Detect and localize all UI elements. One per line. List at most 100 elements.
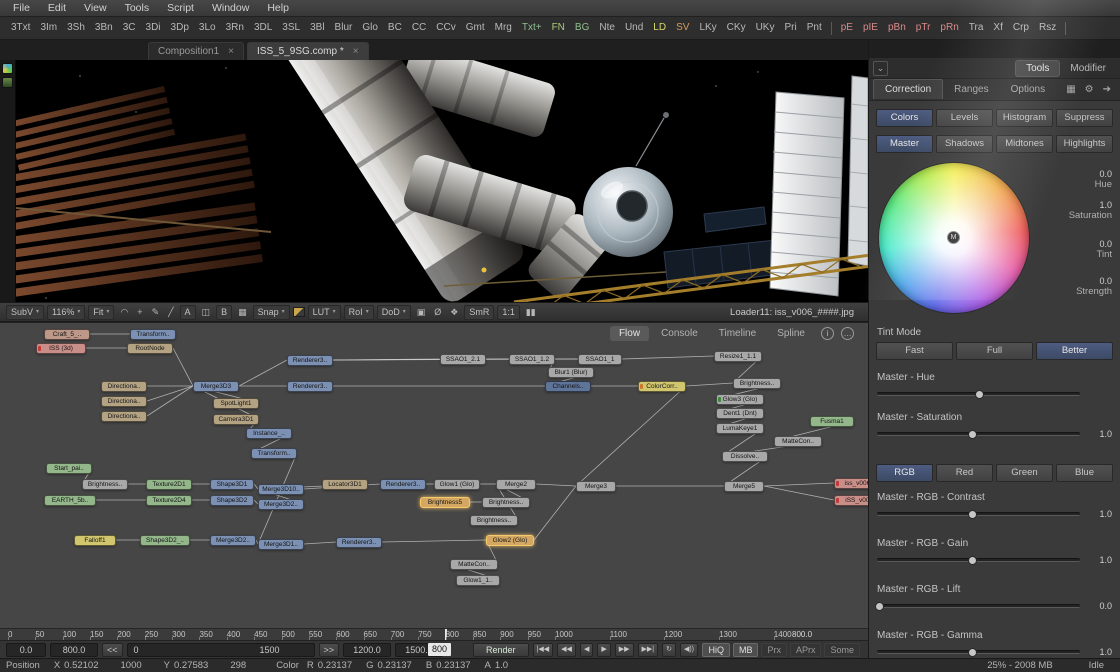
tool-uky[interactable]: UKy [751,17,780,39]
tool-ccv[interactable]: CCv [431,17,460,39]
tool-gmt[interactable]: Gmt [461,17,490,39]
transport-play-forward-button[interactable]: ▶ [597,643,610,657]
viewer-dod-dropdown[interactable]: DoD▾ [377,305,411,320]
tool-sv[interactable]: SV [671,17,694,39]
flow-node-fusma1[interactable]: Fusma1 [810,416,854,427]
flow-node-iss-3d[interactable]: ISS (3d) [36,343,86,354]
tool-3dl[interactable]: 3DL [249,17,277,39]
tool-pnt[interactable]: Pnt [802,17,827,39]
flow-node-merge3d2[interactable]: Merge3D2.. [258,499,304,510]
tool-pe[interactable]: pE [836,17,858,39]
flow-tab-spline[interactable]: Spline [768,326,814,341]
render-start-box[interactable]: 800.0 [50,643,98,657]
tool-xf[interactable]: Xf [988,17,1007,39]
slider-handle[interactable] [968,556,977,565]
viewer-116-dropdown[interactable]: 116%▾ [47,305,85,320]
quality-hiq-button[interactable]: HiQ [702,643,730,657]
null-roi-icon[interactable]: Ø [431,306,444,319]
flow-node-ssao1-2-1[interactable]: SSAO1_2.1 [440,354,486,365]
tool-pie[interactable]: pIE [858,17,883,39]
flow-node-merge3d1[interactable]: Merge3D1.. [258,539,304,550]
tool-3lo[interactable]: 3Lo [194,17,221,39]
flow-node-mattecon[interactable]: MatteCon.. [774,436,822,447]
tool-lky[interactable]: LKy [694,17,721,39]
grid-icon[interactable]: ▦ [235,306,250,319]
flow-node-locator3d1[interactable]: Locator3D1 [322,479,368,490]
color-swatch[interactable] [293,307,305,317]
subtab-correction[interactable]: Correction [873,79,943,99]
slider-track[interactable] [877,432,1080,436]
tool-rsz[interactable]: Rsz [1034,17,1061,39]
time-ruler[interactable]: 800.0 0501001502002503003504004505005506… [0,628,868,640]
flow-node-dent1-dnt[interactable]: Dent1 (Dnt) [716,408,764,419]
checker-icon[interactable]: ▦ [1066,84,1075,95]
flow-node-merge3d2[interactable]: Merge3D2.. [210,535,256,546]
slider-handle[interactable] [968,510,977,519]
flow-node-texture2d1[interactable]: Texture2D1 [146,479,192,490]
tool-bg[interactable]: BG [570,17,594,39]
viewer-roi-dropdown[interactable]: RoI▾ [344,305,374,320]
flow-node-glow3-glo[interactable]: Glow3 (Glo) [716,394,764,405]
subtab-options[interactable]: Options [1000,80,1056,99]
flow-node-blur1-blur[interactable]: Blur1 (Blur) [548,367,594,378]
render-end-box[interactable]: 1200.0 [343,643,391,657]
flow-node-dissolve[interactable]: Dissolve.. [722,451,768,462]
flow-tab-console[interactable]: Console [652,326,707,341]
range-inc-button[interactable]: >> [319,643,340,657]
button-histogram[interactable]: Histogram [996,109,1053,127]
flow-node-glow1-1[interactable]: Glow1_1.. [456,575,500,586]
menu-edit[interactable]: Edit [39,0,75,16]
button-green[interactable]: Green [996,464,1053,482]
flow-node-brightness[interactable]: Brightness.. [82,479,128,490]
tool-3txt[interactable]: 3Txt [6,17,35,39]
menu-view[interactable]: View [75,0,116,16]
tool-nte[interactable]: Nte [594,17,620,39]
flow-node-brightness[interactable]: Brightness.. [482,497,530,508]
flow-node-renderer3[interactable]: Renderer3.. [287,381,333,392]
flow-node-merge3d10[interactable]: Merge3D10.. [258,484,304,495]
slider-handle[interactable] [968,430,977,439]
line-icon[interactable]: ╱ [165,306,176,319]
tool-cc[interactable]: CC [407,17,431,39]
split-ab-icon[interactable]: ◫ [199,306,214,319]
flow-node-iss-v006[interactable]: iSS_v006.. [834,495,868,506]
flow-node-instance[interactable]: Instance_.. [246,428,292,439]
slider-track[interactable] [877,650,1080,654]
tool-3sh[interactable]: 3Sh [62,17,90,39]
slider-handle[interactable] [968,648,977,657]
button-suppress[interactable]: Suppress [1056,109,1113,127]
tab-composition1[interactable]: Composition1× [148,42,244,60]
transport-fast-forward-button[interactable]: ▶▶ [615,643,634,657]
tool-fn[interactable]: FN [547,17,570,39]
flow-node-merge3[interactable]: Merge3 [576,481,616,492]
tool-3rn[interactable]: 3Rn [221,17,249,39]
transport-go-end-button[interactable]: ▶▶| [638,643,659,657]
button-red[interactable]: Red [936,464,993,482]
viewer-fit-dropdown[interactable]: Fit▾ [88,305,114,320]
slider-handle[interactable] [975,390,984,399]
flow-node-colorcorr[interactable]: ColorCorr.. [638,381,686,392]
comment-icon[interactable]: … [841,327,854,340]
menu-tools[interactable]: Tools [116,0,159,16]
flow-node-falloff1[interactable]: Falloff1 [74,535,116,546]
tool-3sl[interactable]: 3SL [277,17,305,39]
flow-node-glow2-glo[interactable]: Glow2 (Glo) [486,535,534,546]
flow-node-merge3d3[interactable]: Merge3D3 [193,381,239,392]
flow-node-ssao1-1[interactable]: SSAO1_1 [578,354,622,365]
quality-prx-button[interactable]: Prx [761,643,787,657]
tool-bc[interactable]: BC [383,17,407,39]
lock-icon[interactable]: ▣ [414,306,429,319]
viewer-1-1-button[interactable]: 1:1 [497,305,520,320]
layers-icon[interactable] [2,63,13,74]
tool-und[interactable]: Und [620,17,648,39]
slider-track[interactable] [877,512,1080,516]
slider-track[interactable] [877,558,1080,562]
viewer-subv-dropdown[interactable]: SubV▾ [6,305,44,320]
tool-blur[interactable]: Blur [330,17,358,39]
fields-icon[interactable]: ▮▮ [523,306,539,319]
menu-file[interactable]: File [4,0,39,16]
audio-button[interactable]: ◀)) [680,643,698,657]
button-highlights[interactable]: Highlights [1056,135,1113,153]
flow-node-merge5[interactable]: Merge5 [724,481,764,492]
menu-help[interactable]: Help [258,0,298,16]
